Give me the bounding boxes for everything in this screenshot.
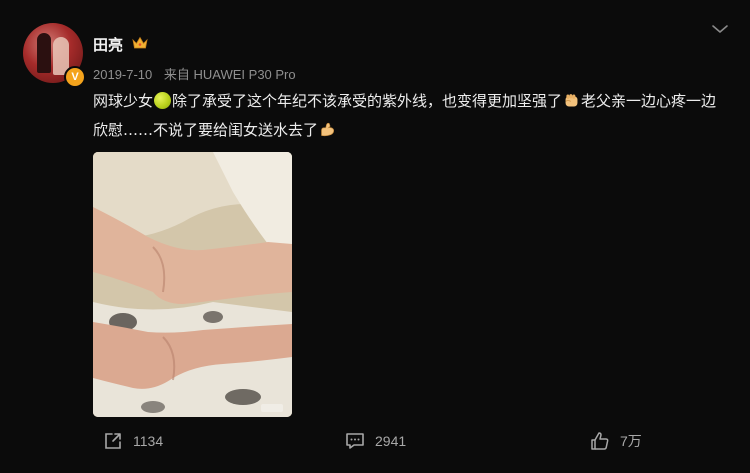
crown-icon bbox=[132, 36, 148, 49]
weibo-post-card: V 田亮 2019-7-10 来自 HUAWEI P30 Pro 网球少女 除了承… bbox=[0, 0, 750, 473]
flexed-biceps-icon bbox=[321, 122, 334, 137]
post-text-part: 除了承受了这个年纪不该承受的紫外线，也变得更加坚强了 bbox=[172, 92, 563, 110]
tennis-ball-icon bbox=[154, 92, 172, 109]
post-text-part: 网球少女 bbox=[93, 92, 154, 110]
repost-button[interactable]: 1134 bbox=[103, 430, 163, 452]
comment-icon bbox=[346, 433, 364, 449]
repost-count: 1134 bbox=[133, 433, 164, 449]
like-button[interactable]: 7万 bbox=[590, 430, 642, 452]
post-date[interactable]: 2019-7-10 bbox=[93, 67, 152, 82]
thumbs-up-icon bbox=[591, 432, 609, 450]
share-icon bbox=[105, 433, 121, 449]
avatar-figure bbox=[37, 33, 51, 73]
username[interactable]: 田亮 bbox=[93, 34, 123, 55]
photo-content bbox=[93, 152, 292, 417]
post-source: 来自 HUAWEI P30 Pro bbox=[163, 67, 296, 82]
fist-icon bbox=[565, 94, 578, 107]
post-meta: 2019-7-10 来自 HUAWEI P30 Pro bbox=[93, 64, 296, 83]
like-count: 7万 bbox=[620, 433, 642, 449]
post-photo[interactable] bbox=[93, 152, 292, 417]
comment-count: 2941 bbox=[375, 433, 407, 449]
chevron-down-icon[interactable] bbox=[711, 23, 729, 35]
post-text: 网球少女 除了承受了这个年纪不该承受的紫外线，也变得更加坚强了 老父亲一边心疼一边… bbox=[93, 87, 723, 145]
action-bar: 1134 2941 7万 bbox=[0, 425, 750, 457]
comment-button[interactable]: 2941 bbox=[345, 430, 406, 452]
verified-badge: V bbox=[64, 66, 86, 88]
